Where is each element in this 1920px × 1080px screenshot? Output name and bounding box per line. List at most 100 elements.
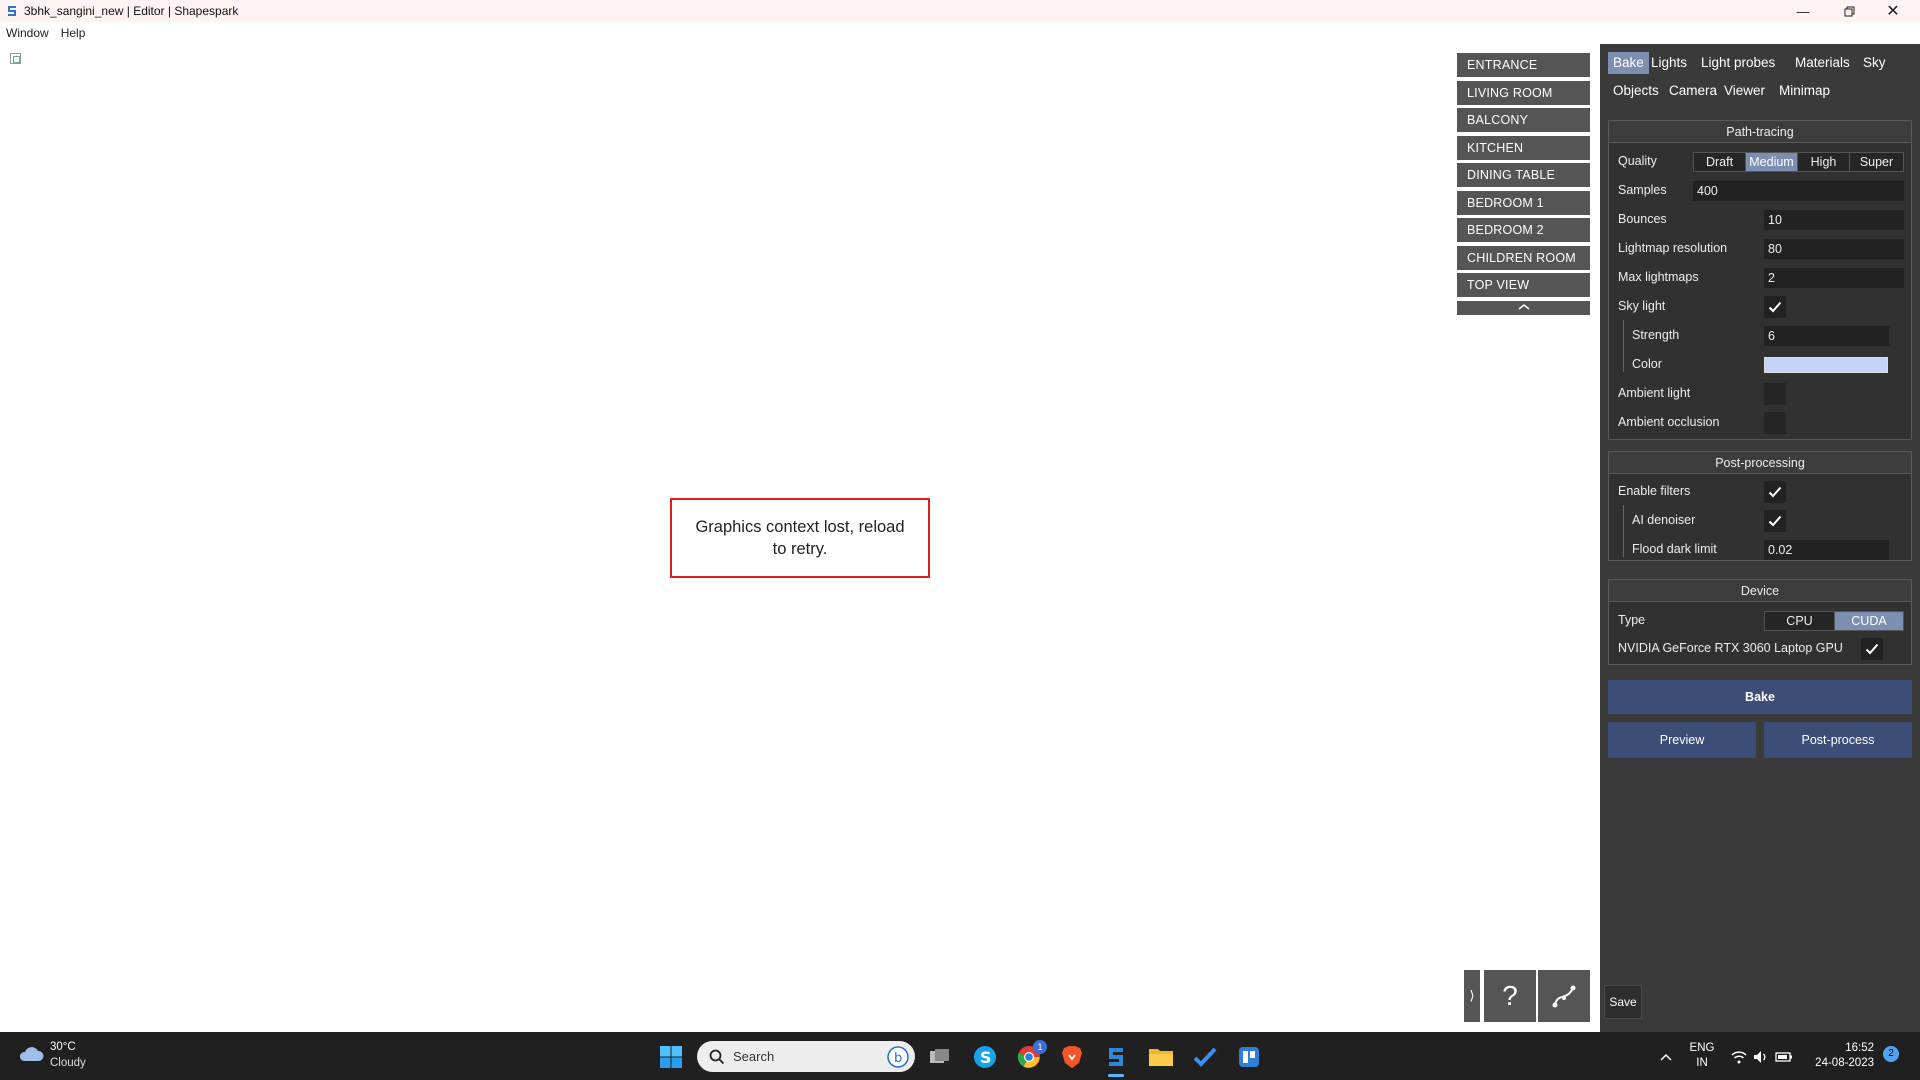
shapespark-icon [1109,1048,1123,1066]
bounces-input[interactable]: 10 [1764,210,1904,230]
max-lightmaps-label: Max lightmaps [1618,270,1699,284]
strength-input[interactable]: 6 [1764,326,1889,346]
save-button[interactable]: Save [1604,985,1642,1019]
max-lightmaps-input[interactable]: 2 [1764,268,1904,288]
view-dining-table[interactable]: DINING TABLE [1457,163,1590,187]
tab-materials[interactable]: Materials [1790,52,1855,74]
view-living-room[interactable]: LIVING ROOM [1457,80,1590,105]
tab-objects[interactable]: Objects [1608,80,1664,102]
restore-button[interactable] [1828,0,1870,22]
bing-icon[interactable]: b [887,1045,909,1068]
checkmark-icon [1768,486,1782,498]
show-hidden-icons-button[interactable] [1653,1044,1679,1070]
task-view-button[interactable] [927,1044,953,1070]
help-icon: ? [1502,980,1518,1011]
sky-light-checkbox[interactable] [1764,296,1786,318]
notification-badge[interactable]: 2 [1883,1046,1899,1062]
cloud-icon[interactable] [18,1045,44,1063]
view-bedroom-1[interactable]: BEDROOM 1 [1457,190,1590,215]
taskbar-search[interactable]: Search b [697,1041,915,1072]
view-bedroom-2[interactable]: BEDROOM 2 [1457,218,1590,242]
sky-color-swatch[interactable] [1764,357,1888,373]
quality-draft[interactable]: Draft [1694,153,1746,171]
device-type-label: Type [1618,613,1646,627]
ambient-light-checkbox[interactable] [1764,383,1786,405]
minimize-button[interactable]: — [1782,0,1824,22]
help-button[interactable]: ? [1484,970,1536,1022]
view-top-view[interactable]: TOP VIEW [1457,273,1590,297]
checkmark-icon [1768,515,1782,527]
file-explorer-button[interactable] [1148,1044,1174,1070]
quality-high[interactable]: High [1798,153,1850,171]
tab-minimap[interactable]: Minimap [1774,80,1835,102]
wifi-icon [1731,1051,1747,1064]
quality-super[interactable]: Super [1850,153,1903,171]
samples-input[interactable]: 400 [1693,181,1904,201]
clock[interactable]: 16:52 24-08-2023 [1804,1041,1874,1071]
quality-selector: Draft Medium High Super [1693,152,1904,172]
device-cuda[interactable]: CUDA [1835,612,1903,630]
expand-toolbar-button[interactable]: ⟩ [1464,970,1480,1022]
quality-medium[interactable]: Medium [1746,153,1798,171]
todo-button[interactable] [1192,1044,1218,1070]
flood-dark-limit-input[interactable]: 0.02 [1764,540,1889,560]
view-kitchen[interactable]: KITCHEN [1457,135,1590,160]
quality-label: Quality [1618,154,1657,168]
ai-denoiser-checkbox[interactable] [1764,510,1786,532]
speaker-icon [1754,1051,1766,1063]
bake-button[interactable]: Bake [1608,680,1912,714]
enable-filters-checkbox[interactable] [1764,481,1786,503]
chrome-badge: 1 [1033,1040,1047,1054]
menu-window[interactable]: Window [6,26,49,40]
lightmap-resolution-input[interactable]: 80 [1764,239,1904,259]
weather-temperature[interactable]: 30°C [50,1041,76,1053]
skype-button[interactable]: S [972,1044,998,1070]
menu-help[interactable]: Help [61,26,86,40]
tab-camera[interactable]: Camera [1664,80,1722,102]
active-app-indicator [1108,1074,1124,1077]
restore-icon [1844,6,1854,16]
view-entrance[interactable]: ENTRANCE [1457,53,1590,77]
search-icon [709,1049,725,1064]
views-list: ENTRANCE LIVING ROOM BALCONY KITCHEN DIN… [1457,53,1590,315]
input-language[interactable]: ENG IN [1686,1041,1718,1071]
tab-viewer[interactable]: Viewer [1719,80,1770,102]
start-button[interactable] [658,1044,684,1070]
ambient-occlusion-checkbox[interactable] [1764,412,1786,434]
file-explorer-icon [1149,1049,1173,1066]
windows-start-icon [660,1046,682,1068]
view-balcony[interactable]: BALCONY [1457,108,1590,132]
views-collapse-button[interactable] [1457,300,1590,315]
preview-button[interactable]: Preview [1608,722,1756,758]
tab-sky[interactable]: Sky [1858,52,1891,74]
shapespark-taskbar-button[interactable] [1103,1044,1129,1077]
taskbar: 30°C Cloudy Search b S 1 ENG IN 16:52 24… [0,1032,1920,1080]
todo-icon [1193,1047,1217,1067]
tab-lights[interactable]: Lights [1646,52,1692,74]
error-message: Graphics context lost, reload to retry. [695,518,905,558]
enable-filters-label: Enable filters [1618,484,1691,498]
chrome-button[interactable]: 1 [1016,1040,1047,1070]
region-code: IN [1696,1057,1708,1069]
path-tracing-section: Path-tracing Quality Draft Medium High S… [1608,120,1912,440]
close-button[interactable]: ✕ [1872,0,1914,22]
battery-icon [1775,1052,1792,1062]
device-cpu[interactable]: CPU [1765,612,1835,630]
brave-button[interactable] [1059,1044,1085,1070]
path-button[interactable] [1538,970,1590,1022]
tab-bake[interactable]: Bake [1608,52,1649,74]
weather-condition[interactable]: Cloudy [50,1057,86,1069]
close-icon: ✕ [1886,3,1900,20]
shapespark-logo-icon [8,6,16,16]
svg-text:S: S [980,1048,992,1067]
brave-icon [1062,1046,1082,1068]
flood-dark-limit-label: Flood dark limit [1632,542,1717,556]
quick-settings-button[interactable] [1726,1044,1798,1070]
tab-light-probes[interactable]: Light probes [1696,52,1780,74]
error-message-box: Graphics context lost, reload to retry. [670,498,930,578]
post-process-button[interactable]: Post-process [1764,722,1912,758]
gpu-checkbox[interactable] [1861,638,1883,660]
view-children-room[interactable]: CHILDREN ROOM [1457,245,1590,270]
ai-denoiser-label: AI denoiser [1632,513,1696,527]
app-button[interactable] [1236,1044,1262,1070]
